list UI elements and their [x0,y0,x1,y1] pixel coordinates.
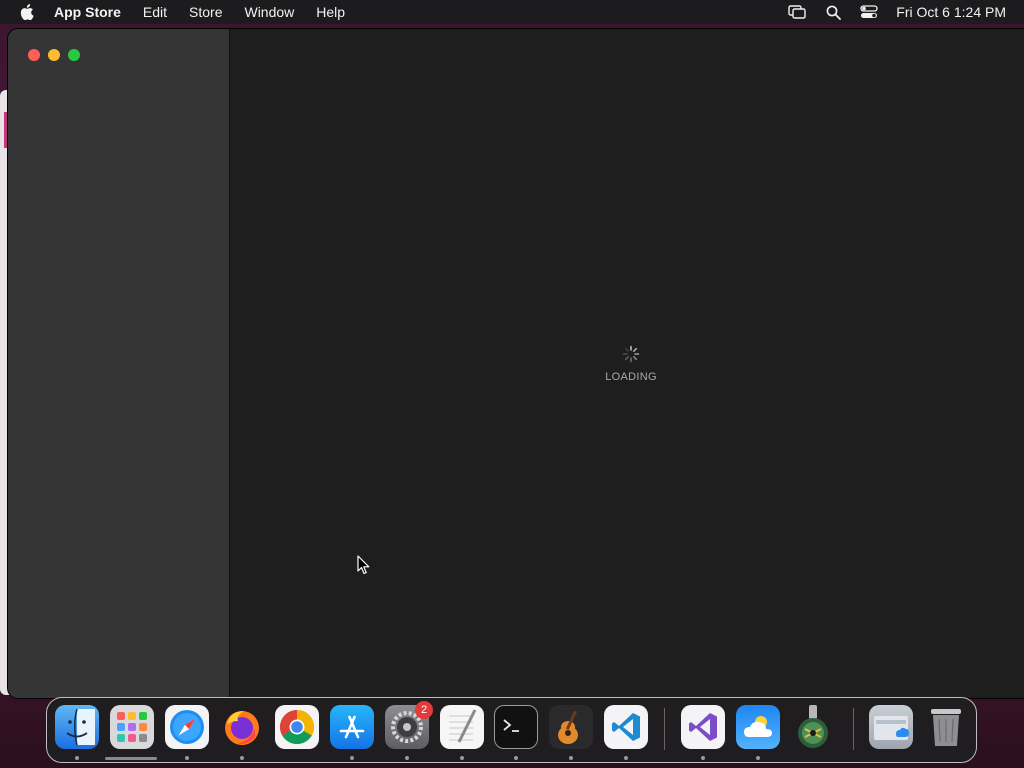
loading-indicator: LOADING [605,345,657,383]
finder-icon[interactable] [55,705,99,749]
chrome-icon[interactable] [275,705,319,749]
firefox-running-indicator [240,756,244,760]
terminal-running-indicator [514,756,518,760]
menu-window[interactable]: Window [244,4,294,20]
menu-bar-clock[interactable]: Fri Oct 6 1:24 PM [896,4,1006,20]
disk-utility-icon[interactable] [791,705,835,749]
background-window-accent [4,112,7,148]
menu-help[interactable]: Help [316,4,345,20]
visual-studio-running-indicator [701,756,705,760]
menu-bar: App Store Edit Store Window Help Fri Oct… [0,0,1024,24]
textedit-icon[interactable] [440,705,484,749]
vscode-running-indicator [624,756,628,760]
system-settings-icon[interactable]: 2 [385,701,433,749]
terminal-icon[interactable] [494,705,538,749]
apple-menu-icon[interactable] [18,3,36,21]
loading-spinner-icon [622,345,640,363]
trash-icon[interactable] [924,705,968,749]
downloads-folder-icon[interactable] [869,705,913,749]
weather-icon[interactable] [736,705,780,749]
settings-running-indicator [405,756,409,760]
garageband-icon[interactable] [549,705,593,749]
spotlight-search-icon[interactable] [824,3,842,21]
sidebar [8,29,230,698]
visual-studio-icon[interactable] [681,705,725,749]
safari-icon[interactable] [165,705,209,749]
garageband-running-indicator [569,756,573,760]
minimize-window-button[interactable] [48,49,60,61]
dock-separator [664,708,665,750]
app-store-window [8,29,1024,698]
app-store-icon[interactable] [330,705,374,749]
finder-running-indicator [75,756,79,760]
firefox-icon[interactable] [220,705,264,749]
mouse-pointer-icon [357,555,370,575]
textedit-running-indicator [460,756,464,760]
app-store-running-indicator [350,756,354,760]
launchpad-icon[interactable] [110,705,154,749]
weather-running-indicator [756,756,760,760]
menu-store[interactable]: Store [189,4,222,20]
loading-label: LOADING [605,371,657,383]
control-center-icon[interactable] [860,3,878,21]
vscode-icon[interactable] [604,705,648,749]
zoom-window-button[interactable] [68,49,80,61]
menu-app-name[interactable]: App Store [54,4,121,20]
settings-notification-badge: 2 [415,701,433,719]
close-window-button[interactable] [28,49,40,61]
window-controls [28,49,80,61]
dock-scroll-indicator [105,757,157,760]
dock-separator-right [853,708,854,750]
dock: 2 [46,697,977,763]
screen-mirroring-icon[interactable] [788,3,806,21]
menu-edit[interactable]: Edit [143,4,167,20]
safari-running-indicator [185,756,189,760]
